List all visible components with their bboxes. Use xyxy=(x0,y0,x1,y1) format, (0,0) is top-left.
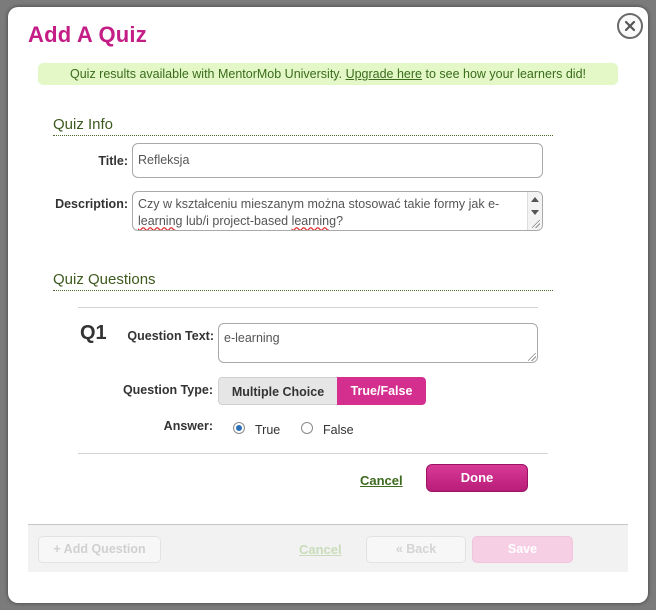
quiz-questions-heading: Quiz Questions xyxy=(53,271,553,291)
quiz-info-heading: Quiz Info xyxy=(53,116,553,136)
question-number: Q1 xyxy=(80,322,107,344)
answer-true-radio[interactable] xyxy=(233,422,245,434)
description-text: Czy w kształceniu mieszanym można stosow… xyxy=(138,197,500,228)
question-cancel-link[interactable]: Cancel xyxy=(360,473,403,488)
multiple-choice-option[interactable]: Multiple Choice xyxy=(218,377,337,405)
done-button[interactable]: Done xyxy=(426,464,528,492)
question-type-label: Question Type: xyxy=(122,383,213,397)
upgrade-link[interactable]: Upgrade here xyxy=(346,67,422,81)
answer-false-radio[interactable] xyxy=(301,422,313,434)
answer-label: Answer: xyxy=(163,419,213,433)
resize-handle-icon[interactable] xyxy=(532,220,540,228)
footer-cancel-link[interactable]: Cancel xyxy=(299,542,342,557)
question-text-label: Question Text: xyxy=(127,329,214,343)
scroll-down-icon[interactable] xyxy=(531,210,539,215)
close-icon xyxy=(624,20,636,32)
description-textarea[interactable]: Czy w kształceniu mieszanym można stosow… xyxy=(132,191,543,231)
add-question-button[interactable]: + Add Question xyxy=(38,536,161,563)
close-button[interactable] xyxy=(617,13,643,39)
answer-true-label[interactable]: True xyxy=(255,423,280,437)
question-text-input[interactable]: e-learning xyxy=(218,323,538,363)
question-top-divider xyxy=(78,307,538,308)
save-button[interactable]: Save xyxy=(472,536,573,563)
question-resize-icon[interactable] xyxy=(528,353,536,361)
question-bottom-divider xyxy=(78,453,548,454)
question-type-toggle: Multiple Choice True/False xyxy=(218,377,426,405)
true-false-option[interactable]: True/False xyxy=(337,377,426,405)
back-button[interactable]: « Back xyxy=(366,536,466,563)
description-label: Description: xyxy=(55,197,128,211)
title-input[interactable]: Refleksja xyxy=(132,143,543,178)
banner-suffix: to see how your learners did! xyxy=(422,67,586,81)
upgrade-banner: Quiz results available with MentorMob Un… xyxy=(38,63,618,85)
title-label: Title: xyxy=(98,154,128,168)
banner-text: Quiz results available with MentorMob Un… xyxy=(70,67,346,81)
scroll-up-icon[interactable] xyxy=(531,197,539,202)
add-quiz-dialog xyxy=(8,7,648,603)
answer-false-label[interactable]: False xyxy=(323,423,354,437)
dialog-title: Add A Quiz xyxy=(28,22,147,47)
